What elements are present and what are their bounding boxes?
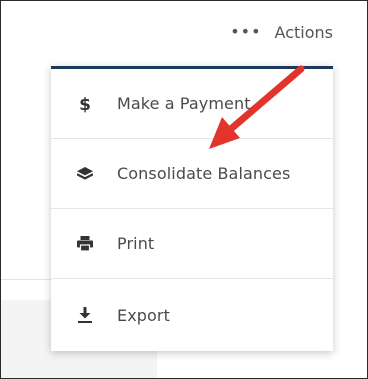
- printer-icon: [74, 236, 96, 251]
- actions-button[interactable]: ••• Actions: [230, 23, 333, 42]
- menu-item-print[interactable]: Print: [51, 209, 333, 279]
- menu-item-export[interactable]: Export: [51, 279, 333, 351]
- menu-item-make-a-payment[interactable]: $ Make a Payment: [51, 69, 333, 139]
- svg-text:$: $: [79, 95, 91, 113]
- menu-item-label: Print: [117, 234, 155, 253]
- ellipsis-icon: •••: [230, 21, 262, 41]
- menu-item-label: Consolidate Balances: [117, 164, 291, 183]
- menu-item-consolidate-balances[interactable]: Consolidate Balances: [51, 139, 333, 209]
- menu-item-label: Export: [117, 305, 170, 325]
- layers-icon: [74, 166, 96, 181]
- screenshot-frame: ••• Actions $ Make a Payment Consolidate…: [0, 0, 368, 379]
- dollar-icon: $: [74, 95, 96, 113]
- actions-dropdown-menu: $ Make a Payment Consolidate Balances Pr…: [51, 66, 333, 351]
- download-icon: [74, 307, 96, 323]
- menu-item-label: Make a Payment: [117, 94, 251, 113]
- actions-label: Actions: [274, 23, 333, 42]
